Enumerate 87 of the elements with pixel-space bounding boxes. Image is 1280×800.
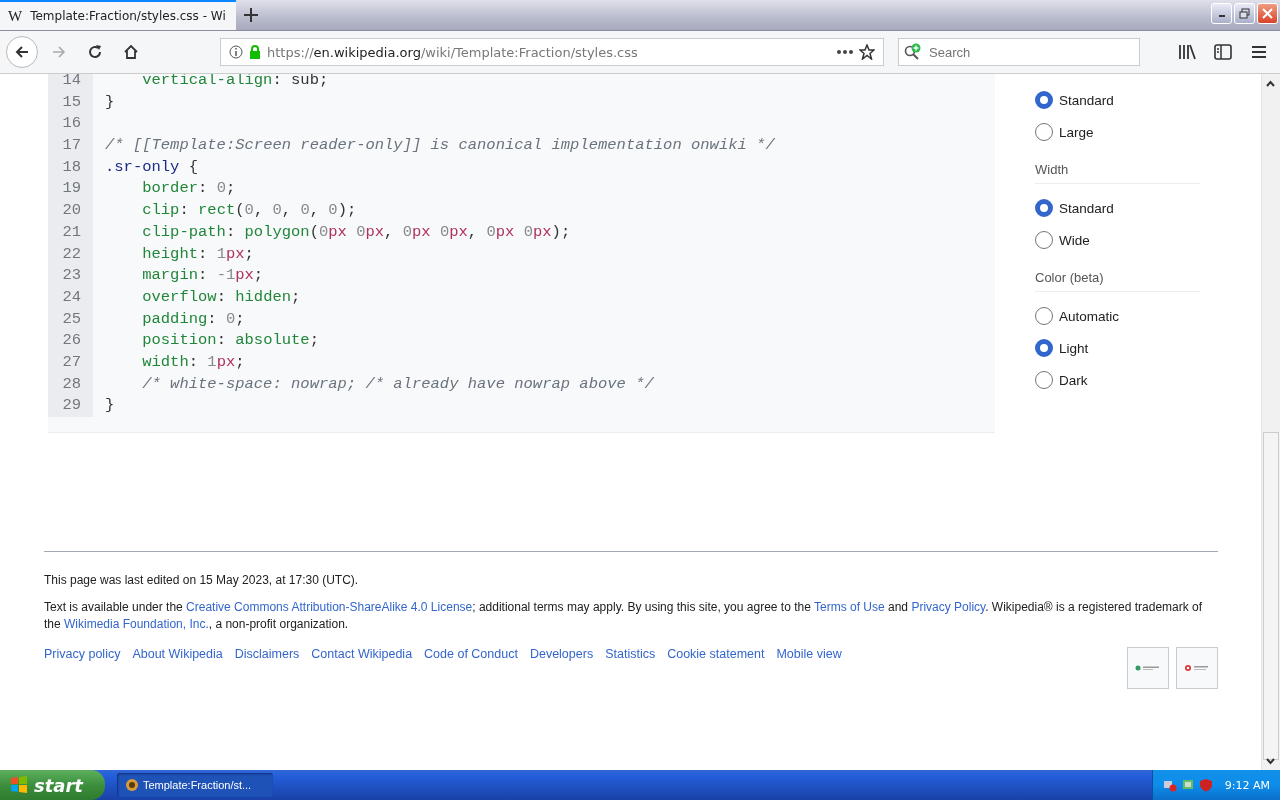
footer-link[interactable]: Wikimedia Foundation, Inc. [64,617,209,631]
code-line: } [105,91,116,113]
network-icon[interactable] [1180,778,1195,792]
reload-icon[interactable] [87,44,103,60]
code-line: padding: 0; [141,308,246,330]
code-line: position: absolute; [141,330,320,352]
code-line: clip: rect(0, 0, 0, 0); [141,200,358,222]
line-number: 25 [61,308,81,330]
radio-button[interactable] [1035,231,1053,249]
url-text: https://en.wikipedia.org/wiki/Template:Fraction/styles.css [267,44,639,60]
app-icon [124,778,139,792]
radio-button[interactable] [1035,91,1053,109]
code-line: /* white-space: nowrap; /* already have nowrap above */ [141,373,655,395]
option-label[interactable]: Wide [1059,232,1090,248]
option-label[interactable]: Dark [1059,372,1088,388]
close-icon [1262,8,1273,19]
license-text: Text is available under the Creative Commons Attribution-ShareAlike 4.0 License; additional terms may apply. By using this site, you agree to the Terms of Use and Privacy Policy. Wikipedia® is a registered trademark of the Wikimedia Foundation, Inc., a non-profit organization. [44,599,1204,633]
last-edited-text: This page was last edited on 15 May 2023, at 17:30 (UTC). [44,572,360,589]
footer-link[interactable]: Code of Conduct [424,647,518,661]
footer-link[interactable]: Privacy policy [44,647,121,661]
windows-logo-icon [10,776,28,794]
start-button[interactable]: start [0,770,105,800]
address-bar[interactable]: https://en.wikipedia.org/wiki/Template:Fraction/styles.css [220,38,884,66]
code-line: width: 1px; [141,351,246,373]
line-number: 22 [61,243,81,265]
line-number: 19 [61,178,81,200]
line-number: 26 [61,330,81,352]
info-icon[interactable] [229,45,243,59]
more-icon[interactable] [837,50,853,54]
line-number: 18 [61,156,81,178]
scrollbar[interactable] [1261,74,1280,770]
line-number: 21 [61,221,81,243]
radio-button[interactable] [1035,199,1053,217]
taskbar-button[interactable]: Template:Fraction/st... [116,773,273,797]
back-arrow-icon [14,44,30,60]
clock: 9:12 AM [1224,778,1270,792]
line-number: 28 [61,373,81,395]
code-line: border: 0; [141,178,237,200]
tab-title[interactable]: Template:Fraction/styles.css - Wi [30,9,226,23]
footer-link[interactable]: Developers [529,647,594,661]
close-button[interactable] [1257,3,1278,24]
network-icon[interactable] [1162,778,1177,792]
footer-link[interactable]: Terms of Use [814,600,885,614]
option-label[interactable]: Standard [1059,92,1114,108]
line-number: 20 [61,200,81,222]
star-icon[interactable] [859,44,875,60]
restore-icon [1239,8,1250,19]
plus-icon[interactable] [244,8,258,22]
line-number: 14 [61,74,81,91]
search-field[interactable]: Search [898,38,1140,66]
mediawiki-badge[interactable] [1176,647,1218,689]
code-line: overflow: hidden; [141,286,302,308]
option-label[interactable]: Light [1059,340,1089,356]
section-heading: Color (beta) [1035,266,1200,292]
code-line: height: 1px; [141,243,255,265]
site-logo: W [8,7,23,25]
home-icon[interactable] [123,44,139,60]
footer-link[interactable]: Statistics [605,647,656,661]
option-label[interactable]: Automatic [1059,308,1120,324]
footer-link[interactable]: Disclaimers [234,647,300,661]
line-number: 24 [61,286,81,308]
code-line: .sr-only { [105,156,200,178]
footer-link[interactable]: Mobile view [776,647,842,661]
option-label[interactable]: Large [1059,124,1094,140]
line-number: 27 [61,351,81,373]
footer-link[interactable]: About Wikipedia [132,647,223,661]
code-line: /* [[Template:Screen reader-only]] is canonical implementation onwiki */ [105,135,775,157]
radio-button[interactable] [1035,123,1053,141]
section-heading: Width [1035,158,1200,184]
line-number: 23 [61,265,81,287]
code-line: clip-path: polygon(0px 0px, 0px 0px, 0px 0px); [141,221,572,243]
radio-button[interactable] [1035,371,1053,389]
line-number: 17 [61,135,81,157]
restore-button[interactable] [1234,3,1255,24]
padlock-icon [249,45,261,59]
back-button[interactable] [6,36,38,68]
footer-link[interactable]: Cookie statement [667,647,765,661]
line-number: 16 [61,113,81,135]
code-line: margin: -1px; [141,265,265,287]
radio-button[interactable] [1035,307,1053,325]
option-label[interactable]: Standard [1059,200,1114,216]
minimize-button[interactable] [1211,3,1232,24]
line-number: 15 [61,91,81,113]
footer-link[interactable]: Contact Wikipedia [311,647,413,661]
code-line: } [105,395,116,417]
line-number: 29 [61,395,81,417]
radio-button[interactable] [1035,339,1053,357]
